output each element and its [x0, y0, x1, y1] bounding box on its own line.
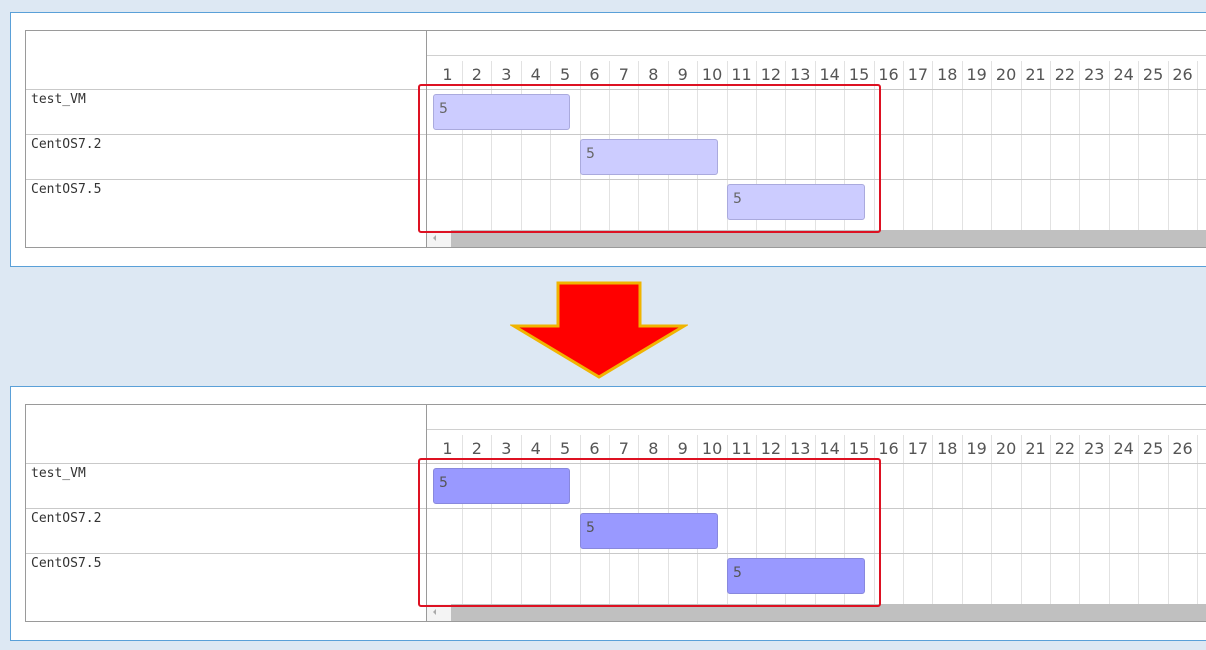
task-name-row: test_VM	[26, 463, 426, 508]
task-name: test_VM	[31, 92, 86, 107]
task-name: CentOS7.2	[31, 137, 102, 152]
day-header: 18	[937, 65, 958, 84]
task-names-column: test_VM CentOS7.2 CentOS7.5	[26, 405, 427, 621]
down-arrow-icon	[510, 281, 688, 379]
task-names-column: test_VM CentOS7.2 CentOS7.5	[26, 31, 427, 247]
task-name-row: test_VM	[26, 89, 426, 134]
day-header: 19	[966, 65, 987, 84]
task-name: CentOS7.2	[31, 511, 102, 526]
scroll-left-arrow-icon[interactable]	[433, 609, 436, 615]
gantt-panel-after: test_VM CentOS7.2 CentOS7.5 1 2 3 4 5 6 7 8 9 10 1…	[10, 386, 1206, 641]
day-header: 22	[1054, 439, 1076, 458]
day-header: 20	[995, 65, 1017, 84]
day-header: 26	[1172, 439, 1193, 458]
day-header: 24	[1113, 439, 1134, 458]
day-header: 19	[966, 439, 987, 458]
highlight-box	[418, 84, 881, 233]
day-header: 26	[1172, 65, 1193, 84]
task-name-row: CentOS7.2	[26, 134, 426, 179]
day-header: 23	[1084, 65, 1105, 84]
day-header: 25	[1142, 439, 1164, 458]
day-header: 18	[937, 439, 958, 458]
task-name-row: CentOS7.5	[26, 179, 426, 224]
day-header: 21	[1025, 65, 1046, 84]
day-header: 2	[1197, 435, 1206, 463]
day-header: 2	[1197, 61, 1206, 89]
day-header: 24	[1113, 65, 1134, 84]
task-name: test_VM	[31, 466, 86, 481]
task-name-row: CentOS7.2	[26, 508, 426, 553]
gantt-panel-before: test_VM CentOS7.2 CentOS7.5 1 2 3 4 5 6 7 8 9 10 1…	[10, 12, 1206, 267]
day-header: 25	[1142, 65, 1164, 84]
highlight-box	[418, 458, 881, 607]
day-header: 21	[1025, 439, 1046, 458]
day-header: 20	[995, 439, 1017, 458]
scroll-left-arrow-icon[interactable]	[433, 235, 436, 241]
day-header: 23	[1084, 439, 1105, 458]
task-name: CentOS7.5	[31, 182, 102, 197]
day-header: 17	[907, 65, 929, 84]
header-divider	[427, 429, 1206, 430]
header-divider	[427, 55, 1206, 56]
task-name: CentOS7.5	[31, 556, 102, 571]
day-header: 22	[1054, 65, 1076, 84]
task-name-row: CentOS7.5	[26, 553, 426, 598]
day-header: 17	[907, 439, 929, 458]
